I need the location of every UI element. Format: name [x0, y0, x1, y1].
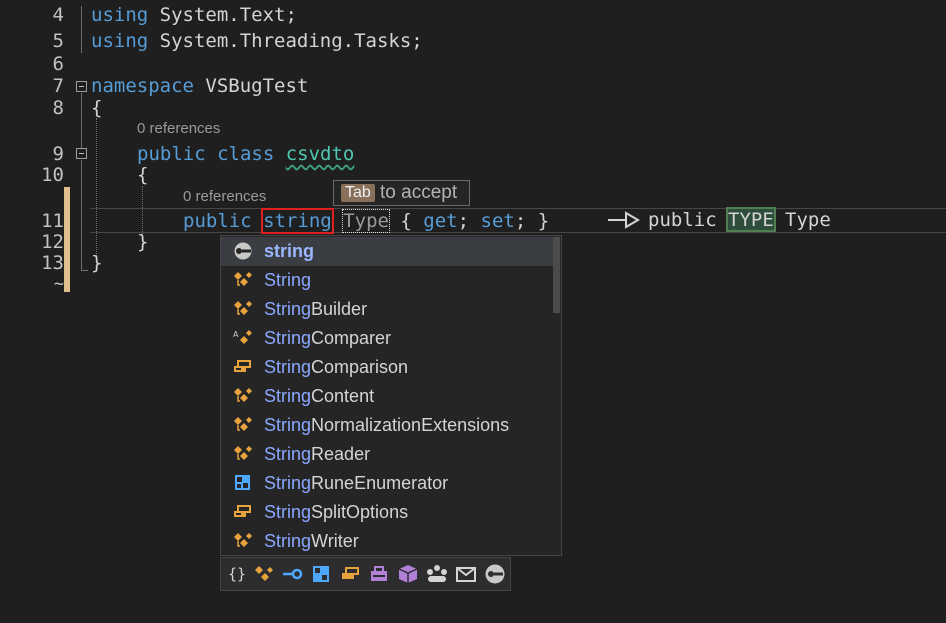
intrinsic-filter-icon[interactable]: [425, 563, 449, 585]
interface-filter-icon[interactable]: [280, 563, 304, 585]
keyword-filter-icon[interactable]: [483, 563, 507, 585]
svg-text:A: A: [233, 330, 239, 339]
class-icon: [232, 271, 252, 289]
completion-item[interactable]: StringNormalizationExtensions: [221, 411, 553, 440]
completion-item-label: StringWriter: [264, 531, 359, 551]
line-number-tilde: ~: [53, 274, 64, 294]
code-line-11[interactable]: public string Type { get; set; }: [183, 208, 549, 234]
code-line-7[interactable]: namespace VSBugTest: [91, 74, 308, 98]
code-line-8[interactable]: {: [91, 96, 102, 120]
completion-item[interactable]: StringWriter: [221, 527, 553, 556]
outline-guide: [81, 160, 82, 271]
completion-item-label: StringBuilder: [264, 299, 368, 319]
abstract-class-icon: A: [232, 329, 252, 347]
highlighted-word-string[interactable]: string: [261, 208, 334, 234]
line-number-6: 6: [52, 53, 64, 75]
completion-item-label: StringComparison: [264, 357, 409, 377]
outline-guide-end: [81, 270, 88, 271]
tab-key-badge: Tab: [341, 184, 375, 202]
fold-toggle-class[interactable]: [76, 148, 87, 159]
completion-item[interactable]: StringBuilder: [221, 295, 553, 324]
keyword-icon: [232, 242, 252, 260]
completion-item[interactable]: StringComparison: [221, 353, 553, 382]
class-icon: [232, 416, 252, 434]
completion-item-label: StringNormalizationExtensions: [264, 415, 510, 435]
line-number-10: 10: [41, 164, 64, 186]
tab-hint-text: to accept: [380, 182, 458, 203]
fold-toggle-namespace[interactable]: [76, 81, 87, 92]
class-icon: [232, 387, 252, 405]
suggestion-arrow-icon: [606, 210, 640, 234]
completion-item-label: StringSplitOptions: [264, 502, 409, 522]
code-line-12[interactable]: }: [137, 230, 148, 254]
completion-item-label: StringContent: [264, 386, 375, 406]
line-number-4: 4: [52, 4, 64, 26]
svg-text:{}: {}: [228, 565, 246, 583]
class-icon: [232, 445, 252, 463]
preview-public: public: [648, 209, 717, 231]
completion-item[interactable]: StringReader: [221, 440, 553, 469]
outline-guide: [81, 6, 82, 53]
indent-guide: [96, 118, 97, 268]
tab-to-accept-hint: Tab to accept: [333, 180, 470, 206]
ghost-type-text: Type: [342, 209, 390, 233]
completion-item[interactable]: StringContent: [221, 382, 553, 411]
enum-icon: [232, 358, 252, 376]
completion-item[interactable]: StringSplitOptions: [221, 498, 553, 527]
line-number-8: 8: [52, 97, 64, 119]
class-icon: [232, 300, 252, 318]
completion-item-label: string: [264, 241, 315, 261]
codelens-references-property[interactable]: 0 references: [183, 187, 266, 207]
enum-filter-icon[interactable]: [338, 563, 362, 585]
completion-item[interactable]: A StringComparer: [221, 324, 553, 353]
namespace-filter-icon[interactable]: {}: [224, 563, 248, 585]
preview-type-token: TYPE: [728, 209, 774, 231]
class-filter-icon[interactable]: [252, 563, 276, 585]
completion-item[interactable]: String: [221, 266, 553, 295]
code-line-5[interactable]: using System.Threading.Tasks;: [91, 29, 423, 53]
codelens-references-class[interactable]: 0 references: [137, 119, 220, 139]
outline-guide: [81, 93, 82, 148]
completion-item-label: String: [264, 270, 312, 290]
line-number-5: 5: [52, 30, 64, 52]
struct-icon: [232, 474, 252, 492]
completion-list[interactable]: string String StringBuilder A StringComp…: [220, 235, 562, 556]
class-name-csvdto[interactable]: csvdto: [286, 143, 355, 165]
change-bar: [64, 187, 70, 292]
code-line-9[interactable]: public class csvdto: [137, 142, 354, 166]
class-icon: [232, 532, 252, 550]
completion-item-label: StringRuneEnumerator: [264, 473, 449, 493]
line-number-7: 7: [52, 75, 64, 97]
completion-item[interactable]: string: [221, 237, 553, 266]
extension-method-filter-icon[interactable]: [454, 563, 478, 585]
module-filter-icon[interactable]: [396, 563, 420, 585]
completion-item-label: StringComparer: [264, 328, 392, 348]
delegate-filter-icon[interactable]: [367, 563, 391, 585]
preview-type-name: Type: [785, 209, 831, 231]
code-line-13[interactable]: }: [91, 251, 102, 275]
code-line-4[interactable]: using System.Text;: [91, 3, 297, 27]
code-line-10[interactable]: {: [137, 163, 148, 187]
struct-filter-icon[interactable]: [309, 563, 333, 585]
completion-item[interactable]: StringRuneEnumerator: [221, 469, 553, 498]
completion-filter-bar: {}: [220, 557, 511, 591]
enum-icon: [232, 503, 252, 521]
completion-scrollbar-thumb[interactable]: [553, 237, 560, 313]
completion-item-label: StringReader: [264, 444, 371, 464]
